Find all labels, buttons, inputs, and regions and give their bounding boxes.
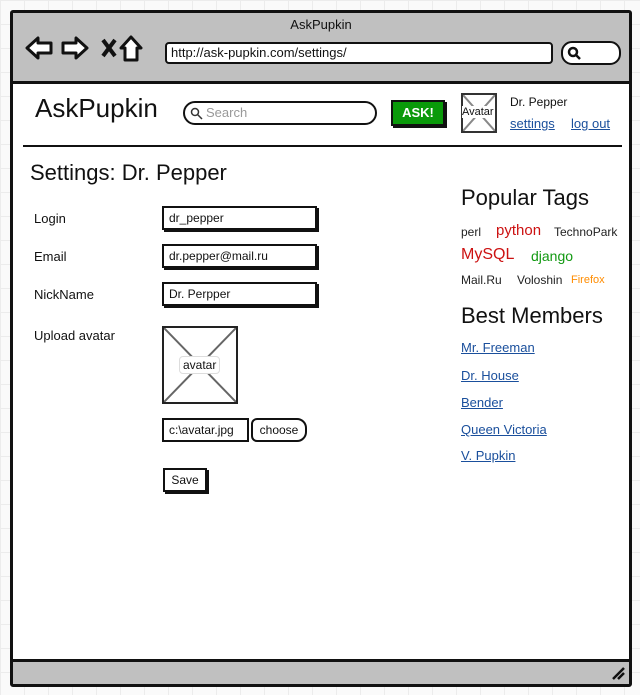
nickname-field[interactable]: Dr. Perpper <box>162 282 317 306</box>
popular-tags-title: Popular Tags <box>461 185 590 210</box>
avatar-label: Avatar <box>462 106 494 118</box>
browser-toolbar: AskPupkin http://ask-pupkin.com/settings… <box>13 13 629 84</box>
nav-icons <box>25 35 143 62</box>
tag-python[interactable]: python <box>496 222 541 239</box>
search-icon <box>190 107 203 120</box>
file-path-field[interactable]: c:\avatar.jpg <box>162 418 249 442</box>
tag-firefox[interactable]: Firefox <box>571 274 605 286</box>
member-link[interactable]: V. Pupkin <box>461 448 515 463</box>
tag-voloshin[interactable]: Voloshin <box>517 273 562 287</box>
tag-mysql[interactable]: MySQL <box>461 246 514 264</box>
nickname-label: NickName <box>34 287 94 302</box>
search-placeholder: Search <box>206 105 248 120</box>
ask-button[interactable]: ASK! <box>391 100 445 126</box>
tag-perl[interactable]: perl <box>461 225 481 239</box>
best-members-title: Best Members <box>461 303 603 328</box>
login-field[interactable]: dr_pepper <box>162 206 317 230</box>
url-bar[interactable]: http://ask-pupkin.com/settings/ <box>165 42 553 64</box>
tag-technopark[interactable]: TechnoPark <box>554 225 617 239</box>
tag-mailru[interactable]: Mail.Ru <box>461 273 502 287</box>
search-input[interactable]: Search <box>183 101 377 125</box>
site-logo[interactable]: AskPupkin <box>35 93 158 124</box>
browser-window: AskPupkin http://ask-pupkin.com/settings… <box>10 10 632 687</box>
save-button[interactable]: Save <box>163 468 207 492</box>
tag-django[interactable]: django <box>531 248 573 264</box>
status-bar <box>13 659 629 684</box>
browser-search[interactable] <box>561 41 621 65</box>
member-link[interactable]: Queen Victoria <box>461 422 547 437</box>
username: Dr. Pepper <box>510 95 568 109</box>
member-link[interactable]: Mr. Freeman <box>461 340 535 355</box>
header-divider <box>23 145 622 147</box>
upload-avatar-label: Upload avatar <box>34 328 115 343</box>
back-icon[interactable] <box>25 36 53 60</box>
logout-link[interactable]: log out <box>571 116 610 131</box>
stop-icon[interactable] <box>101 38 117 58</box>
search-icon <box>567 46 581 60</box>
forward-icon[interactable] <box>61 36 89 60</box>
avatar-preview: avatar <box>162 326 238 404</box>
resize-grip-icon[interactable] <box>611 666 625 680</box>
member-link[interactable]: Bender <box>461 395 503 410</box>
choose-file-button[interactable]: choose <box>251 418 307 442</box>
page-title: Settings: Dr. Pepper <box>30 160 227 185</box>
member-link[interactable]: Dr. House <box>461 368 519 383</box>
settings-link[interactable]: settings <box>510 116 555 131</box>
home-icon[interactable] <box>119 35 143 62</box>
email-label: Email <box>34 249 67 264</box>
avatar-placeholder-label: avatar <box>179 356 221 374</box>
window-title: AskPupkin <box>290 17 352 32</box>
login-label: Login <box>34 211 66 226</box>
email-field[interactable]: dr.pepper@mail.ru <box>162 244 317 268</box>
avatar: Avatar <box>461 93 497 133</box>
